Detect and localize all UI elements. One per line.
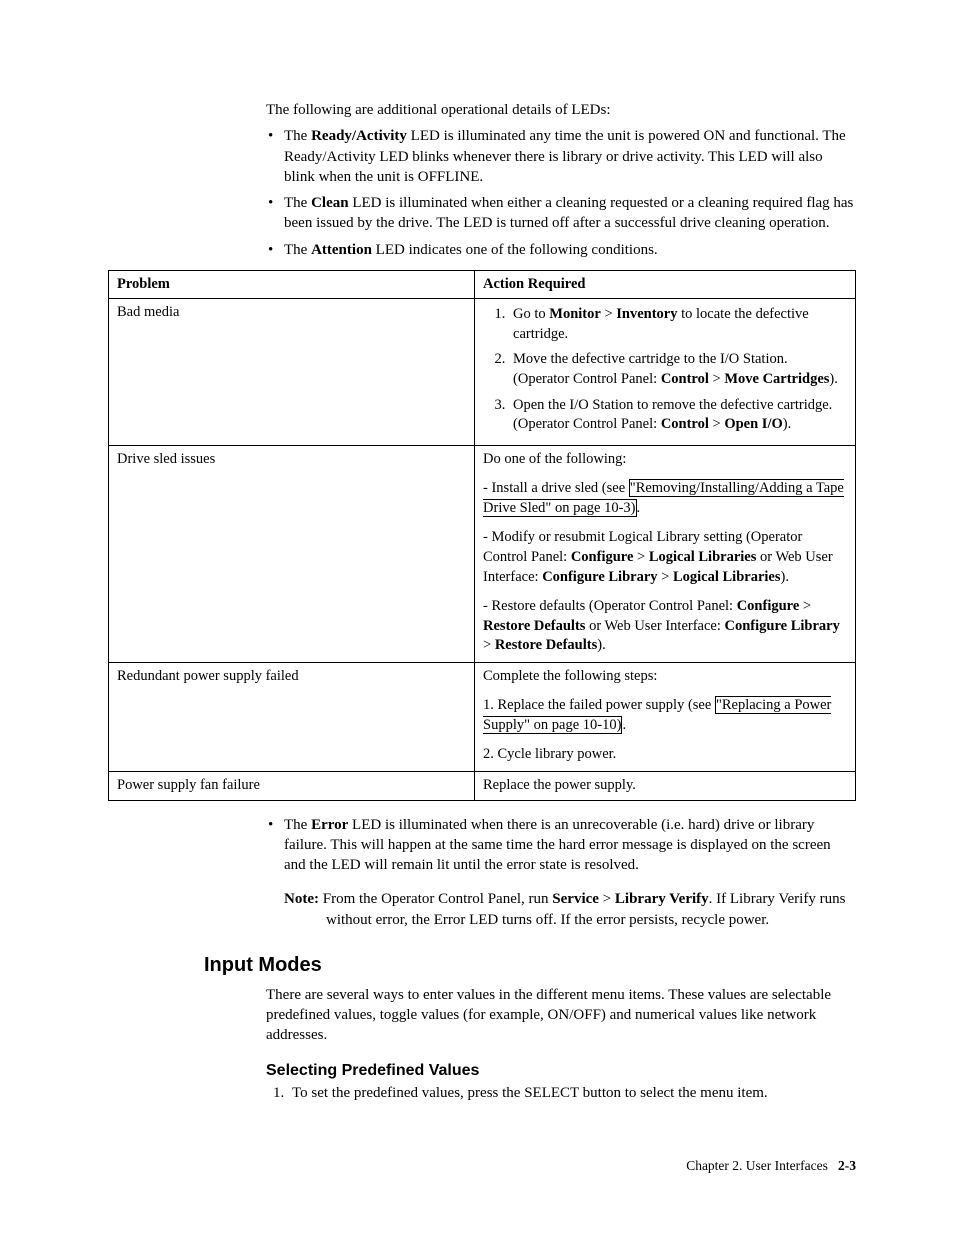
page-number: 2-3 [838,1158,856,1173]
text: > [483,637,495,653]
text: The [284,242,311,258]
input-modes-paragraph: There are several ways to enter values i… [266,985,856,1046]
step: 1. Replace the failed power supply (see … [483,696,847,735]
cell-action: Complete the following steps: 1. Replace… [475,662,856,771]
text: Go to [513,306,549,322]
led-details-section: The following are additional operational… [266,100,856,260]
bold-term: Configure Library [725,618,840,634]
text: or Web User Interface: [585,618,724,634]
bold-term: Open I/O [724,416,782,432]
text: - Install a drive sled (see [483,480,629,496]
led-bullet-list: The Ready/Activity LED is illuminated an… [266,126,856,260]
text: ). [829,371,837,387]
bullet-clean: The Clean LED is illuminated when either… [266,193,856,234]
cell-problem: Power supply fan failure [109,772,475,801]
bold-term: Restore Defaults [495,637,597,653]
bold-term: Configure [737,598,800,614]
step: Move the defective cartridge to the I/O … [509,350,847,389]
text: > [633,549,648,565]
bold-term: Clean [311,195,349,211]
text: - Restore defaults (Operator Control Pan… [483,598,737,614]
chapter-label: Chapter 2. User Interfaces [686,1158,828,1173]
text: . [637,500,641,516]
cell-action: Replace the power supply. [475,772,856,801]
cell-problem: Bad media [109,299,475,445]
page-footer: Chapter 2. User Interfaces 2-3 [686,1157,856,1175]
bold-term: Logical Libraries [649,549,757,565]
text: LED indicates one of the following condi… [372,242,658,258]
subsection-heading-predefined: Selecting Predefined Values [266,1060,856,1082]
bold-term: Attention [311,242,372,258]
text: > [709,416,724,432]
text: > [658,569,673,585]
text: LED is illuminated when there is an unre… [284,817,831,874]
cell-problem: Drive sled issues [109,445,475,662]
table-row: Power supply fan failure Replace the pow… [109,772,856,801]
text: > [709,371,724,387]
lead-text: Complete the following steps: [483,667,847,687]
option: - Restore defaults (Operator Control Pan… [483,597,847,656]
error-led-section: The Error LED is illuminated when there … [266,815,856,1104]
bold-term: Library Verify [615,891,709,907]
bold-term: Error [311,817,348,833]
attention-conditions-table: Problem Action Required Bad media Go to … [108,270,856,801]
bold-term: Control [661,416,709,432]
text: > [799,598,811,614]
bullet-attention: The Attention LED indicates one of the f… [266,240,856,260]
bullet-ready-activity: The Ready/Activity LED is illuminated an… [266,126,856,187]
step: 2. Cycle library power. [483,745,847,765]
step: To set the predefined values, press the … [288,1083,856,1103]
step: Go to Monitor > Inventory to locate the … [509,305,847,344]
step: Open the I/O Station to remove the defec… [509,396,847,435]
text: LED is illuminated when either a cleanin… [284,195,853,231]
text: ). [597,637,605,653]
section-heading-input-modes: Input Modes [204,952,856,979]
table-row: Redundant power supply failed Complete t… [109,662,856,771]
table-row: Bad media Go to Monitor > Inventory to l… [109,299,856,445]
text: ). [781,569,789,585]
bold-term: Control [661,371,709,387]
text: 1. Replace the failed power supply (see [483,697,715,713]
option: - Install a drive sled (see "Removing/In… [483,479,847,518]
col-header-action: Action Required [475,270,856,299]
cell-action: Go to Monitor > Inventory to locate the … [475,299,856,445]
bold-term: Restore Defaults [483,618,585,634]
intro-paragraph: The following are additional operational… [266,100,856,120]
bold-term: Service [552,891,599,907]
text: The [284,128,311,144]
predefined-steps: To set the predefined values, press the … [266,1083,856,1103]
text: . [622,717,626,733]
lead-text: Do one of the following: [483,450,847,470]
note-block: Note: From the Operator Control Panel, r… [284,889,856,930]
bold-term: Move Cartridges [724,371,829,387]
cell-action: Do one of the following: - Install a dri… [475,445,856,662]
text: From the Operator Control Panel, run [319,891,552,907]
table-row: Drive sled issues Do one of the followin… [109,445,856,662]
bold-term: Monitor [549,306,601,322]
bold-term: Configure Library [542,569,657,585]
col-header-problem: Problem [109,270,475,299]
text: The [284,195,311,211]
text: > [599,891,615,907]
bullet-error: The Error LED is illuminated when there … [266,815,856,930]
option: - Modify or resubmit Logical Library set… [483,528,847,587]
text: The [284,817,311,833]
note-label: Note: [284,891,319,907]
cell-problem: Redundant power supply failed [109,662,475,771]
bold-term: Configure [571,549,634,565]
bold-term: Inventory [616,306,677,322]
bold-term: Logical Libraries [673,569,781,585]
text: ). [783,416,791,432]
bold-term: Ready/Activity [311,128,407,144]
text: > [601,306,616,322]
